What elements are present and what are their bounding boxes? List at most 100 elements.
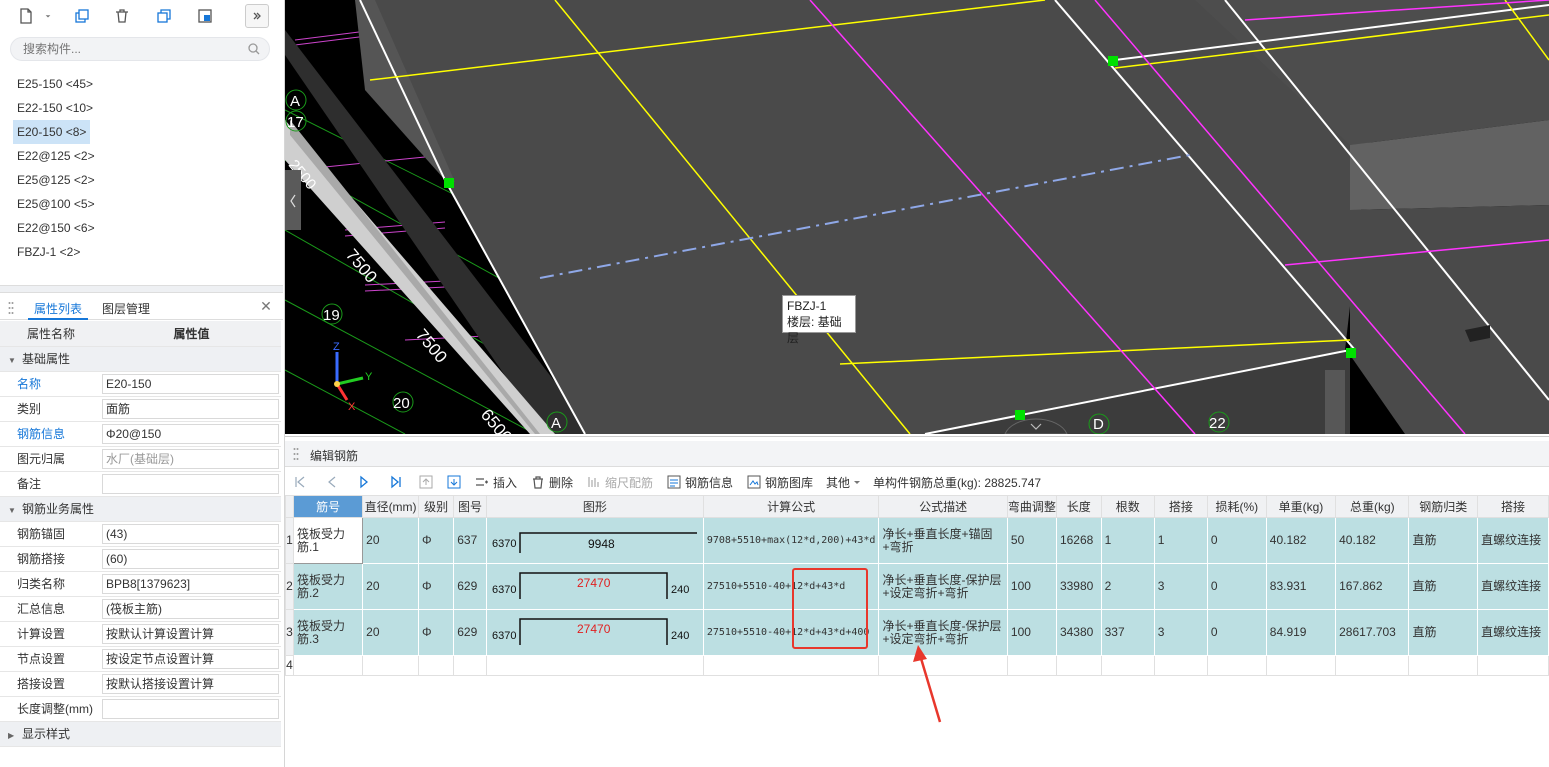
column-header[interactable]: 直径(mm) <box>362 495 419 518</box>
duplicate-button[interactable] <box>152 4 176 28</box>
diameter-cell[interactable]: 20 <box>362 609 419 656</box>
formula-description-cell[interactable]: 净长+垂直长度+锚固+弯折 <box>878 517 1008 564</box>
property-group[interactable]: ▶ 显示样式 <box>0 721 281 747</box>
column-header[interactable]: 损耗(%) <box>1206 495 1267 518</box>
drag-handle-icon[interactable] <box>293 447 299 461</box>
shape-cell[interactable]: 6370 9948 <box>485 517 704 564</box>
empty-cell[interactable] <box>417 655 455 676</box>
column-header[interactable]: 钢筋归类 <box>1408 495 1479 518</box>
property-value-field[interactable]: 面筋 <box>102 398 279 419</box>
column-header[interactable]: 公式描述 <box>878 495 1008 518</box>
component-item[interactable]: E25-150 <45> <box>0 72 283 96</box>
table-row[interactable]: 1 筏板受力筋.1 20 Φ 637 6370 9948 9708+5510+max(12*d… <box>285 517 1549 564</box>
empty-cell[interactable] <box>1408 655 1479 676</box>
lap-count-cell[interactable]: 1 <box>1153 517 1208 564</box>
move-down-button[interactable] <box>447 473 465 491</box>
bar-name-cell[interactable]: 筏板受力筋.1 <box>292 517 364 564</box>
length-cell[interactable]: 33980 <box>1055 563 1102 610</box>
column-header[interactable]: 单重(kg) <box>1265 495 1337 518</box>
loss-cell[interactable]: 0 <box>1206 563 1267 610</box>
first-record-button[interactable] <box>293 473 311 491</box>
delete-row-button[interactable]: 删除 <box>531 473 573 491</box>
lap-type-cell[interactable]: 直螺纹连接 <box>1477 609 1549 656</box>
column-header[interactable]: 筋号 <box>292 495 364 518</box>
figure-number-cell[interactable]: 637 <box>453 517 487 564</box>
3d-viewport[interactable]: A 17 19 20 A 22 D 7500 7500 6500 2500 Z … <box>285 0 1549 434</box>
property-value-field[interactable]: 按默认搭接设置计算 <box>102 673 279 694</box>
tab-property-list[interactable]: 属性列表 <box>28 298 89 320</box>
unit-weight-cell[interactable]: 40.182 <box>1265 517 1337 564</box>
count-cell[interactable]: 337 <box>1100 609 1155 656</box>
property-value-field[interactable] <box>102 698 279 719</box>
table-row[interactable]: 2 筏板受力筋.2 20 Φ 629 6370 27470 240 27510+5510-40+… <box>285 563 1549 610</box>
property-group[interactable]: ▼ 钢筋业务属性 <box>0 496 281 522</box>
component-item[interactable]: E22@125 <2> <box>0 144 283 168</box>
column-header[interactable]: 图形 <box>485 495 704 518</box>
rebar-info-button[interactable]: 钢筋信息 <box>667 473 733 491</box>
figure-number-cell[interactable]: 629 <box>453 609 487 656</box>
close-icon[interactable]: ✕ <box>259 299 273 313</box>
bend-adjust-cell[interactable]: 100 <box>1006 563 1057 610</box>
scale-rebar-button[interactable]: 缩尺配筋 <box>587 473 653 491</box>
panel-splitter[interactable] <box>0 285 283 293</box>
column-header[interactable]: 长度 <box>1055 495 1102 518</box>
total-weight-cell[interactable]: 40.182 <box>1335 517 1410 564</box>
rebar-class-cell[interactable]: 直筋 <box>1408 609 1479 656</box>
empty-cell[interactable] <box>1265 655 1337 676</box>
bend-adjust-cell[interactable]: 50 <box>1006 517 1057 564</box>
delete-button[interactable] <box>110 4 134 28</box>
shape-cell[interactable]: 6370 27470 240 <box>485 609 704 656</box>
empty-cell[interactable] <box>485 655 704 676</box>
column-header[interactable]: 图号 <box>453 495 487 518</box>
rebar-library-button[interactable]: 钢筋图库 <box>747 473 813 491</box>
rebar-class-cell[interactable]: 直筋 <box>1408 563 1479 610</box>
property-group[interactable]: ▼ 基础属性 <box>0 346 281 372</box>
rebar-class-cell[interactable]: 直筋 <box>1408 517 1479 564</box>
property-key[interactable]: 名称 <box>0 371 102 397</box>
length-cell[interactable]: 34380 <box>1055 609 1102 656</box>
next-record-button[interactable] <box>357 473 375 491</box>
column-header[interactable]: 根数 <box>1100 495 1155 518</box>
formula-description-cell[interactable]: 净长+垂直长度-保护层+设定弯折+弯折 <box>878 563 1008 610</box>
layer-copy-button[interactable] <box>193 4 217 28</box>
bar-name-cell[interactable]: 筏板受力筋.3 <box>292 609 364 656</box>
property-value-field[interactable]: E20-150 <box>102 373 279 394</box>
empty-cell[interactable] <box>1477 655 1549 676</box>
count-cell[interactable]: 1 <box>1100 517 1155 564</box>
diameter-cell[interactable]: 20 <box>362 563 419 610</box>
empty-cell[interactable] <box>1335 655 1410 676</box>
component-item[interactable]: E25@125 <2> <box>0 168 283 192</box>
property-value-field[interactable]: (60) <box>102 548 279 569</box>
grade-cell[interactable]: Φ <box>417 563 455 610</box>
column-header[interactable]: 搭接 <box>1153 495 1208 518</box>
loss-cell[interactable]: 0 <box>1206 609 1267 656</box>
lap-count-cell[interactable]: 3 <box>1153 609 1208 656</box>
unit-weight-cell[interactable]: 83.931 <box>1265 563 1337 610</box>
empty-cell[interactable] <box>1153 655 1208 676</box>
total-weight-cell[interactable]: 167.862 <box>1335 563 1410 610</box>
total-weight-cell[interactable]: 28617.703 <box>1335 609 1410 656</box>
formula-cell[interactable]: 9708+5510+max(12*d,200)+43*d <box>702 517 880 564</box>
tab-layer-management[interactable]: 图层管理 <box>96 298 156 320</box>
other-menu-button[interactable]: 其他 <box>826 473 866 491</box>
column-header[interactable]: 计算公式 <box>702 495 880 518</box>
scene-canvas[interactable]: A 17 19 20 A 22 D 7500 7500 6500 2500 Z … <box>285 0 1549 434</box>
copy-button[interactable] <box>70 4 94 28</box>
column-header[interactable]: 弯曲调整 <box>1006 495 1057 518</box>
move-up-button[interactable] <box>419 473 437 491</box>
property-key[interactable]: 钢筋信息 <box>0 421 102 447</box>
grade-cell[interactable]: Φ <box>417 517 455 564</box>
property-value-field[interactable]: (43) <box>102 523 279 544</box>
grade-cell[interactable]: Φ <box>417 609 455 656</box>
last-record-button[interactable] <box>389 473 407 491</box>
component-item[interactable]: E25@100 <5> <box>0 192 283 216</box>
property-value-field[interactable]: (筏板主筋) <box>102 598 279 619</box>
more-button[interactable] <box>245 4 269 28</box>
empty-cell[interactable] <box>702 655 880 676</box>
component-item[interactable]: E22@150 <6> <box>0 216 283 240</box>
bar-name-cell[interactable]: 筏板受力筋.2 <box>292 563 364 610</box>
empty-cell[interactable] <box>1100 655 1155 676</box>
lap-count-cell[interactable]: 3 <box>1153 563 1208 610</box>
unit-weight-cell[interactable]: 84.919 <box>1265 609 1337 656</box>
shape-cell[interactable]: 6370 27470 240 <box>485 563 704 610</box>
